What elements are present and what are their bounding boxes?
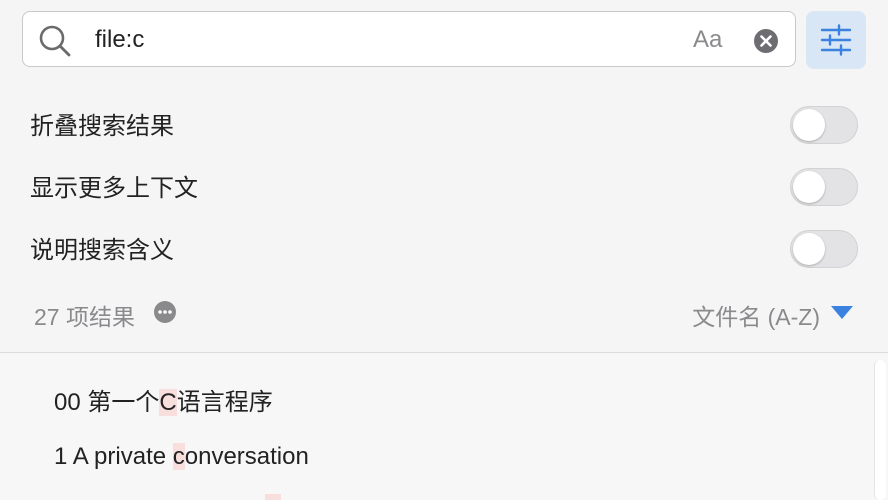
- partial-match-highlight: [265, 494, 281, 500]
- option-label: 说明搜索含义: [30, 237, 174, 264]
- results-summary: 27 项结果 文件名 (A-Z): [34, 296, 858, 330]
- caret-down-icon: [831, 306, 853, 319]
- search-box[interactable]: Aa: [22, 11, 796, 67]
- option-show-more-context: 显示更多上下文: [30, 168, 860, 208]
- ellipsis-circle-icon[interactable]: [154, 301, 176, 323]
- explain-search-toggle[interactable]: [790, 230, 858, 268]
- search-row: Aa: [22, 11, 866, 69]
- clear-circle-icon[interactable]: [753, 28, 779, 54]
- collapse-results-toggle[interactable]: [790, 106, 858, 144]
- sort-label: 文件名 (A-Z): [692, 304, 820, 330]
- sliders-icon: [820, 24, 852, 56]
- result-item[interactable]: 00 第一个C语言程序: [54, 388, 273, 418]
- search-settings-button[interactable]: [806, 11, 866, 69]
- result-count: 27 项结果: [34, 304, 135, 330]
- result-item[interactable]: 1 A private conversation: [54, 442, 309, 472]
- result-title-prefix: 1 A private: [54, 443, 173, 470]
- option-label: 折叠搜索结果: [30, 113, 174, 140]
- match-highlight: C: [159, 389, 177, 416]
- option-collapse-results: 折叠搜索结果: [30, 106, 860, 146]
- result-title-suffix: 语言程序: [176, 389, 273, 416]
- result-title-prefix: 00 第一个: [54, 389, 160, 416]
- search-icon: [39, 25, 71, 57]
- result-title-suffix: onversation: [184, 443, 309, 470]
- option-label: 显示更多上下文: [30, 175, 198, 202]
- results-list: 00 第一个C语言程序 1 A private conversation: [0, 353, 888, 500]
- option-explain-search: 说明搜索含义: [30, 230, 860, 270]
- match-highlight: c: [172, 443, 185, 470]
- results-scrollbar[interactable]: [874, 360, 886, 500]
- search-panel: Aa 折叠搜索结果 显示更多上下文: [0, 0, 888, 500]
- match-case-toggle[interactable]: Aa: [693, 25, 722, 55]
- sort-order-select[interactable]: 文件名 (A-Z): [658, 296, 858, 330]
- show-more-context-toggle[interactable]: [790, 168, 858, 206]
- search-input[interactable]: [95, 20, 655, 60]
